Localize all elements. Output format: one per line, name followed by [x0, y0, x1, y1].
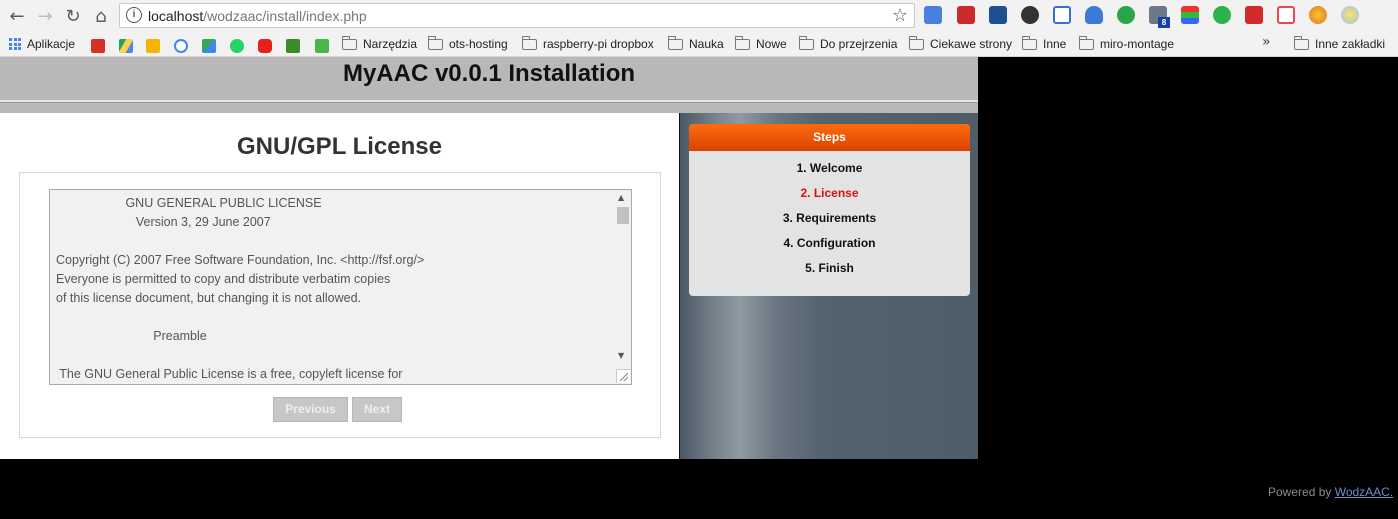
previous-button[interactable]: Previous — [273, 397, 348, 422]
screenshot-extension-icon[interactable] — [1053, 6, 1071, 24]
whatsapp-icon[interactable] — [230, 39, 244, 53]
header-divider-shadow — [0, 102, 978, 103]
forward-icon[interactable]: → — [34, 5, 56, 27]
folder-icon — [667, 35, 683, 50]
download-extension-icon[interactable] — [989, 6, 1007, 24]
step-finish: 5. Finish — [805, 261, 854, 275]
more-bookmarks-chevron-icon[interactable]: » — [1262, 34, 1271, 50]
folder-icon — [1021, 35, 1037, 50]
bookmark-folder-ciekawe-strony[interactable]: Ciekawe strony — [908, 35, 1012, 53]
weather-extension-icon[interactable] — [1341, 6, 1359, 24]
extension-orange-icon[interactable] — [1309, 6, 1327, 24]
folder-icon — [341, 35, 357, 50]
back-icon[interactable]: ← — [6, 5, 28, 27]
bookmark-folder-raspberry[interactable]: raspberry-pi dropbox — [521, 35, 654, 53]
bookmark-folder-inne[interactable]: Inne — [1021, 35, 1066, 53]
bookmark-folder-do-przejrzenia[interactable]: Do przejrzenia — [798, 35, 897, 53]
reload-icon[interactable]: ↻ — [62, 5, 84, 27]
folder-icon — [1078, 35, 1094, 50]
footer: Powered by WodzAAC. — [1268, 485, 1393, 499]
section-heading: GNU/GPL License — [237, 133, 442, 160]
resize-grip-icon[interactable] — [616, 369, 630, 383]
colorful-extension-icon[interactable] — [1181, 6, 1199, 24]
license-text: GNU GENERAL PUBLIC LICENSE Version 3, 29… — [56, 196, 425, 381]
apps-grid-icon — [9, 38, 21, 50]
bookmark-folder-narzedzia[interactable]: Narzędzia — [341, 35, 417, 53]
maps-icon[interactable] — [202, 39, 216, 53]
address-bar[interactable]: i localhost/wodzaac/install/index.php ☆ — [119, 3, 915, 28]
scroll-up-arrow-icon[interactable]: ▲ — [618, 193, 624, 202]
folder-icon — [427, 35, 443, 50]
step-license: 2. License — [800, 186, 859, 200]
powered-by-label: Powered by — [1268, 485, 1332, 499]
drive-icon[interactable] — [119, 39, 133, 53]
extension-acrobat-icon[interactable] — [1245, 6, 1263, 24]
main-content: GNU/GPL License GNU GENERAL PUBLIC LICEN… — [0, 113, 679, 459]
step-welcome: 1. Welcome — [796, 161, 863, 175]
gmail-icon[interactable] — [91, 39, 105, 53]
site-info-icon[interactable]: i — [126, 7, 142, 23]
youtube-icon[interactable] — [258, 39, 272, 53]
browser-toolbar: ← → ↻ ⌂ i localhost/wodzaac/install/inde… — [0, 0, 1398, 31]
evernote-icon[interactable] — [286, 39, 300, 53]
license-panel: GNU GENERAL PUBLIC LICENSE Version 3, 29… — [19, 172, 661, 438]
sidebar: Steps 1. Welcome 2. License 3. Requireme… — [679, 113, 978, 459]
bookmark-folder-other[interactable]: Inne zakładki — [1293, 35, 1385, 53]
license-textarea[interactable]: GNU GENERAL PUBLIC LICENSE Version 3, 29… — [49, 189, 632, 385]
bookmark-apps[interactable]: Aplikacje — [9, 35, 75, 53]
bookmark-folder-nauka[interactable]: Nauka — [667, 35, 724, 53]
bookmarks-bar: Aplikacje Narzędzia ots-hosting raspberr… — [0, 31, 1398, 57]
scroll-thumb[interactable] — [617, 207, 629, 224]
extension-badge: 8 — [1158, 17, 1170, 28]
step-requirements: 3. Requirements — [782, 211, 877, 225]
folder-icon — [521, 35, 537, 50]
powered-by-link[interactable]: WodzAAC. — [1335, 485, 1393, 499]
extension-red-icon[interactable] — [957, 6, 975, 24]
folder-icon — [734, 35, 750, 50]
steps-list: 1. Welcome 2. License 3. Requirements 4.… — [689, 151, 970, 285]
license-scrollbar[interactable]: ▲ ▼ — [614, 190, 631, 384]
extension-pink-icon[interactable] — [1277, 6, 1295, 24]
extension-green-circle-icon[interactable] — [1117, 6, 1135, 24]
url-text[interactable]: localhost/wodzaac/install/index.php — [148, 8, 367, 24]
bookmark-folder-nowe[interactable]: Nowe — [734, 35, 787, 53]
gear-extension-icon[interactable] — [1021, 6, 1039, 24]
keep-icon[interactable] — [146, 39, 160, 53]
page-title: MyAAC v0.0.1 Installation — [342, 60, 636, 87]
installer-header: MyAAC v0.0.1 Installation — [0, 57, 978, 113]
slack-hash-icon[interactable] — [315, 39, 329, 53]
cloud-extension-icon[interactable] — [1085, 6, 1103, 24]
bookmark-folder-miro-montage[interactable]: miro-montage — [1078, 35, 1174, 53]
bookmark-star-icon[interactable]: ☆ — [892, 5, 908, 26]
steps-title: Steps — [689, 124, 970, 151]
next-button[interactable]: Next — [352, 397, 402, 422]
scroll-down-arrow-icon[interactable]: ▼ — [618, 351, 624, 360]
home-icon[interactable]: ⌂ — [90, 5, 112, 27]
extension-green-icon[interactable] — [1213, 6, 1231, 24]
google-icon[interactable] — [174, 39, 188, 53]
folder-icon — [798, 35, 814, 50]
step-configuration: 4. Configuration — [783, 236, 876, 250]
steps-box: Steps 1. Welcome 2. License 3. Requireme… — [689, 124, 970, 296]
translate-extension-icon[interactable] — [924, 6, 942, 24]
bookmark-folder-ots-hosting[interactable]: ots-hosting — [427, 35, 508, 53]
folder-icon — [908, 35, 924, 50]
folder-icon — [1293, 35, 1309, 50]
